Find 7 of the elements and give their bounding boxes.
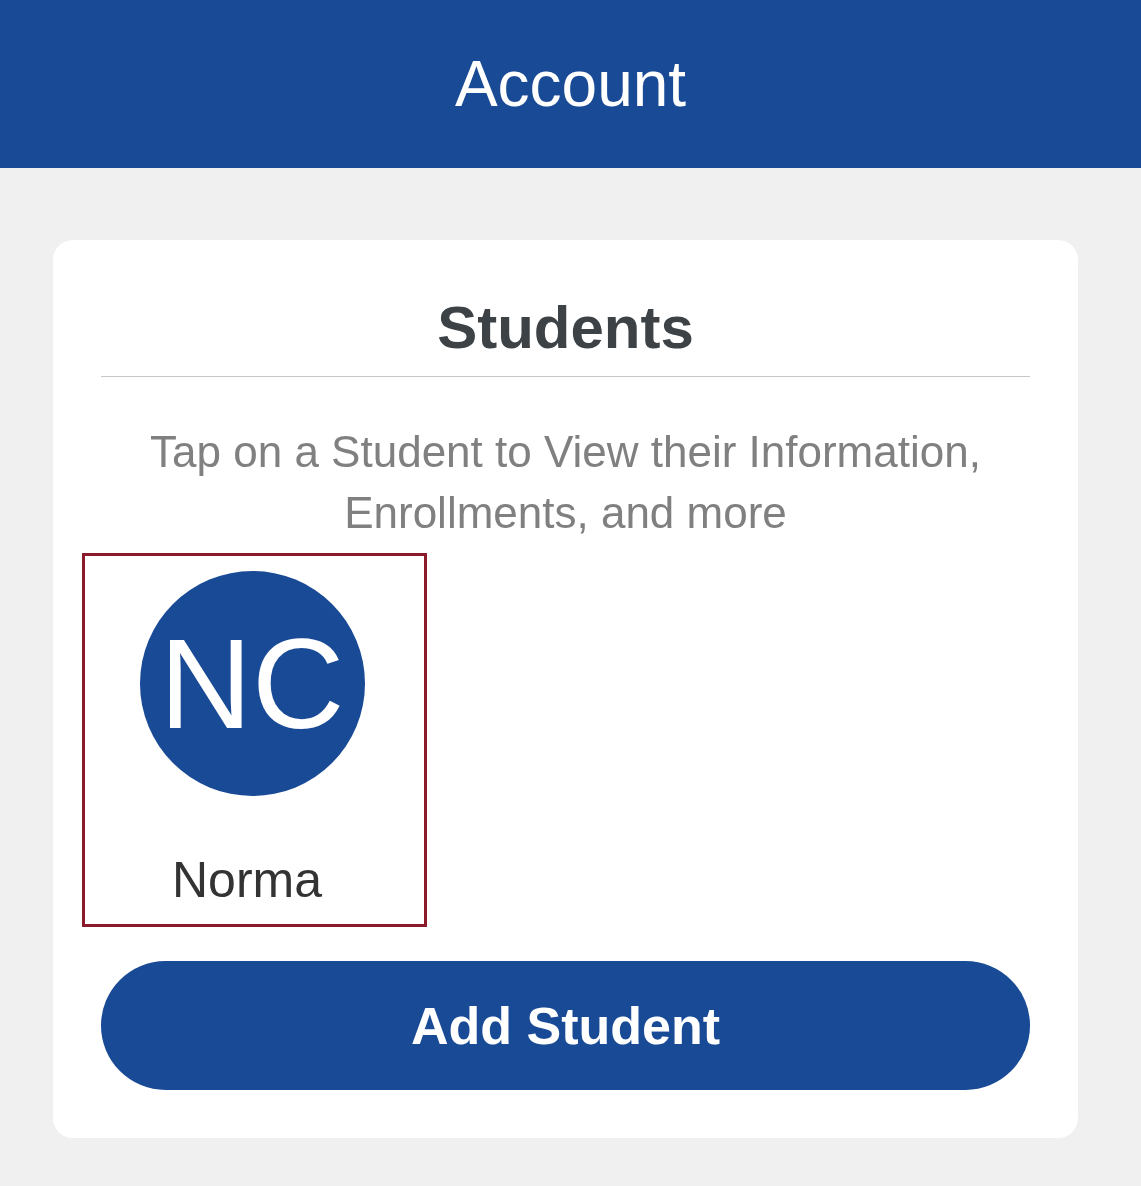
student-name: Norma (172, 851, 322, 909)
add-student-button[interactable]: Add Student (101, 961, 1030, 1090)
student-avatar: NC (139, 571, 365, 796)
page-title: Account (454, 47, 687, 121)
hint-text: Tap on a Student to View their Information, Enrollments, and more (149, 426, 982, 539)
card-title: Students (436, 293, 695, 363)
student-tile[interactable]: NC Norma (82, 553, 427, 927)
